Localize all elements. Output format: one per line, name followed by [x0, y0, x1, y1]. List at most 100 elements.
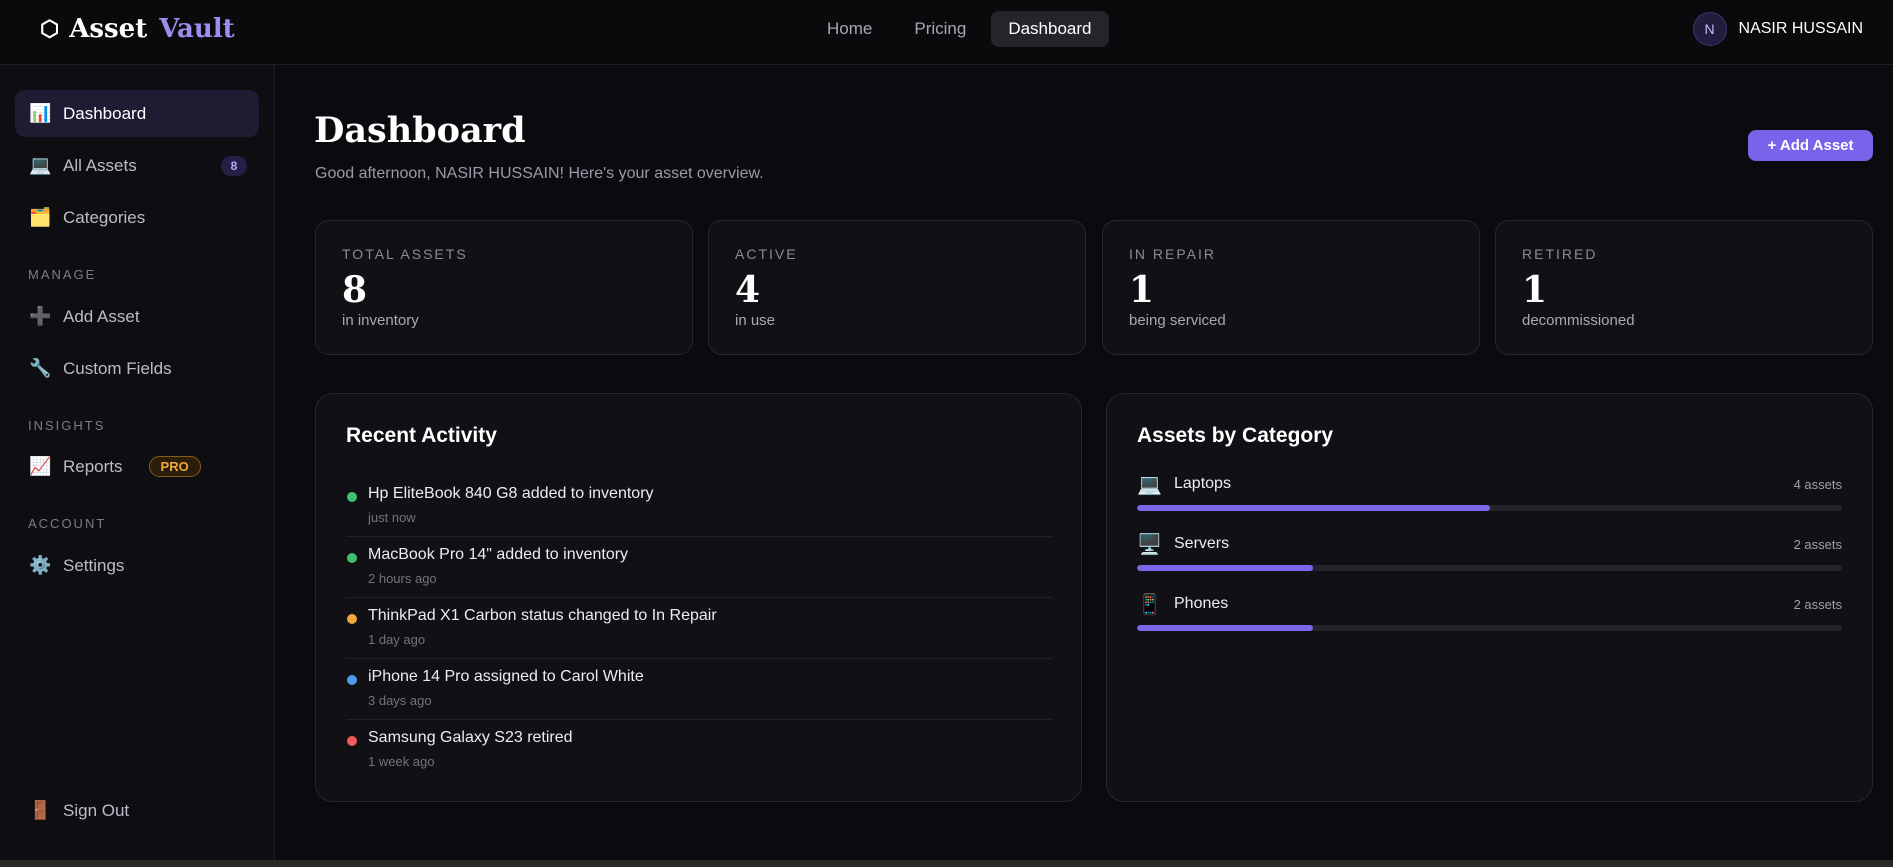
- status-dot: [347, 736, 357, 746]
- stat-value: 1: [1129, 269, 1155, 311]
- activity-text: Samsung Galaxy S23 retired: [368, 729, 573, 746]
- status-dot: [347, 675, 357, 685]
- top-nav: Home Pricing Dashboard: [810, 11, 1109, 47]
- stat-subtext: being serviced: [1129, 312, 1226, 329]
- bar-chart-icon: 📊: [29, 103, 52, 123]
- sidebar-item-label: Add Asset: [63, 306, 140, 326]
- list-item[interactable]: Hp EliteBook 840 G8 added to inventory j…: [346, 476, 1052, 537]
- list-item[interactable]: Samsung Galaxy S23 retired 1 week ago: [346, 720, 1052, 781]
- laptop-icon: 💻: [1137, 474, 1162, 496]
- category-count: 2 assets: [1793, 597, 1842, 612]
- sidebar-item-all-assets[interactable]: 💻 All Assets 8: [15, 142, 259, 189]
- category-list: 💻 Laptops 4 assets 🖥️ Servers 2 assets 📱…: [1137, 472, 1842, 652]
- category-row-phones[interactable]: 📱 Phones 2 assets: [1137, 592, 1842, 652]
- user-menu[interactable]: N NASIR HUSSAIN: [1692, 12, 1863, 46]
- avatar[interactable]: N: [1692, 12, 1727, 46]
- sidebar-item-add-asset[interactable]: ➕ Add Asset: [15, 293, 259, 340]
- laptop-icon: 💻: [29, 155, 52, 175]
- stat-card-retired: RETIRED 1 decommissioned: [1495, 220, 1873, 355]
- activity-list: Hp EliteBook 840 G8 added to inventory j…: [346, 476, 1052, 781]
- sidebar-item-categories[interactable]: 🗂️ Categories: [15, 194, 259, 241]
- door-icon: 🚪: [29, 800, 52, 820]
- stat-subtext: in use: [735, 312, 776, 329]
- category-progress-track: [1137, 565, 1842, 571]
- activity-text: ThinkPad X1 Carbon status changed to In …: [368, 607, 717, 624]
- nav-pricing-link[interactable]: Pricing: [897, 11, 983, 47]
- brand-word-2: Vault: [159, 14, 235, 44]
- nav-dashboard-link[interactable]: Dashboard: [991, 11, 1109, 47]
- stat-label: TOTAL ASSETS: [342, 246, 468, 262]
- category-progress-track: [1137, 505, 1842, 511]
- add-asset-button[interactable]: + Add Asset: [1748, 130, 1873, 161]
- stat-label: ACTIVE: [735, 246, 798, 262]
- activity-time: 1 week ago: [368, 754, 435, 769]
- desktop-icon: 🖥️: [1137, 534, 1162, 556]
- section-label-account: ACCOUNT: [28, 516, 107, 531]
- user-name: NASIR HUSSAIN: [1738, 20, 1863, 37]
- sidebar-item-label: Custom Fields: [63, 358, 172, 378]
- stat-value: 4: [735, 269, 761, 311]
- section-label-insights: INSIGHTS: [28, 418, 106, 433]
- sidebar-item-label: Dashboard: [63, 103, 147, 123]
- stat-label: IN REPAIR: [1129, 246, 1216, 262]
- brand-logo[interactable]: ⬡ Asset Vault: [40, 14, 235, 44]
- plus-icon: ➕: [29, 306, 52, 326]
- gear-icon: ⚙️: [29, 555, 52, 575]
- nav-home-link[interactable]: Home: [810, 11, 889, 47]
- sidebar-item-reports[interactable]: 📈 Reports PRO: [15, 443, 259, 490]
- main-content: Dashboard Good afternoon, NASIR HUSSAIN!…: [276, 65, 1893, 860]
- stat-subtext: in inventory: [342, 312, 419, 329]
- hexagon-icon: ⬡: [40, 16, 60, 42]
- activity-time: 2 hours ago: [368, 571, 437, 586]
- bottom-strip: [0, 860, 1893, 867]
- sidebar-item-settings[interactable]: ⚙️ Settings: [15, 542, 259, 589]
- greeting-text: Good afternoon, NASIR HUSSAIN! Here's yo…: [315, 165, 764, 182]
- assets-by-category-panel: Assets by Category 💻 Laptops 4 assets 🖥️…: [1106, 393, 1873, 802]
- category-row-servers[interactable]: 🖥️ Servers 2 assets: [1137, 532, 1842, 592]
- activity-time: just now: [368, 510, 416, 525]
- status-dot: [347, 553, 357, 563]
- recent-activity-panel: Recent Activity Hp EliteBook 840 G8 adde…: [315, 393, 1082, 802]
- section-label-manage: MANAGE: [28, 267, 97, 282]
- sidebar-item-dashboard[interactable]: 📊 Dashboard: [15, 90, 259, 137]
- chart-up-icon: 📈: [29, 456, 52, 476]
- activity-text: MacBook Pro 14" added to inventory: [368, 546, 629, 563]
- status-dot: [347, 492, 357, 502]
- category-progress-fill: [1137, 625, 1314, 631]
- sidebar-item-label: Settings: [63, 555, 125, 575]
- stat-card-in-repair: IN REPAIR 1 being serviced: [1102, 220, 1480, 355]
- category-progress-fill: [1137, 505, 1490, 511]
- sidebar-item-label: Reports: [63, 456, 123, 476]
- stat-label: RETIRED: [1522, 246, 1598, 262]
- brand-word-1: Asset: [69, 14, 148, 44]
- activity-text: iPhone 14 Pro assigned to Carol White: [368, 668, 644, 685]
- folder-icon: 🗂️: [29, 207, 52, 227]
- stat-value: 1: [1522, 269, 1548, 311]
- list-item[interactable]: ThinkPad X1 Carbon status changed to In …: [346, 598, 1052, 659]
- stat-card-active: ACTIVE 4 in use: [708, 220, 1086, 355]
- sidebar-item-label: Categories: [63, 207, 146, 227]
- asset-count-badge: 8: [221, 155, 247, 176]
- list-item[interactable]: MacBook Pro 14" added to inventory 2 hou…: [346, 537, 1052, 598]
- category-count: 4 assets: [1793, 477, 1842, 492]
- sidebar-item-custom-fields[interactable]: 🔧 Custom Fields: [15, 345, 259, 392]
- category-row-laptops[interactable]: 💻 Laptops 4 assets: [1137, 472, 1842, 532]
- activity-time: 1 day ago: [368, 632, 426, 647]
- category-progress-fill: [1137, 565, 1314, 571]
- phone-icon: 📱: [1137, 594, 1162, 616]
- category-name: Phones: [1174, 595, 1229, 612]
- category-name: Laptops: [1174, 475, 1231, 492]
- stat-subtext: decommissioned: [1522, 312, 1635, 329]
- page-title: Dashboard: [314, 110, 526, 151]
- status-dot: [347, 614, 357, 624]
- stat-value: 8: [342, 269, 368, 311]
- sign-out-button[interactable]: 🚪 Sign Out: [15, 787, 259, 834]
- activity-time: 3 days ago: [368, 693, 432, 708]
- activity-text: Hp EliteBook 840 G8 added to inventory: [368, 485, 654, 502]
- wrench-icon: 🔧: [29, 358, 52, 378]
- panel-title: Recent Activity: [346, 424, 497, 447]
- list-item[interactable]: iPhone 14 Pro assigned to Carol White 3 …: [346, 659, 1052, 720]
- pro-badge: PRO: [148, 456, 201, 477]
- category-count: 2 assets: [1793, 537, 1842, 552]
- top-bar: ⬡ Asset Vault Home Pricing Dashboard N N…: [0, 0, 1893, 65]
